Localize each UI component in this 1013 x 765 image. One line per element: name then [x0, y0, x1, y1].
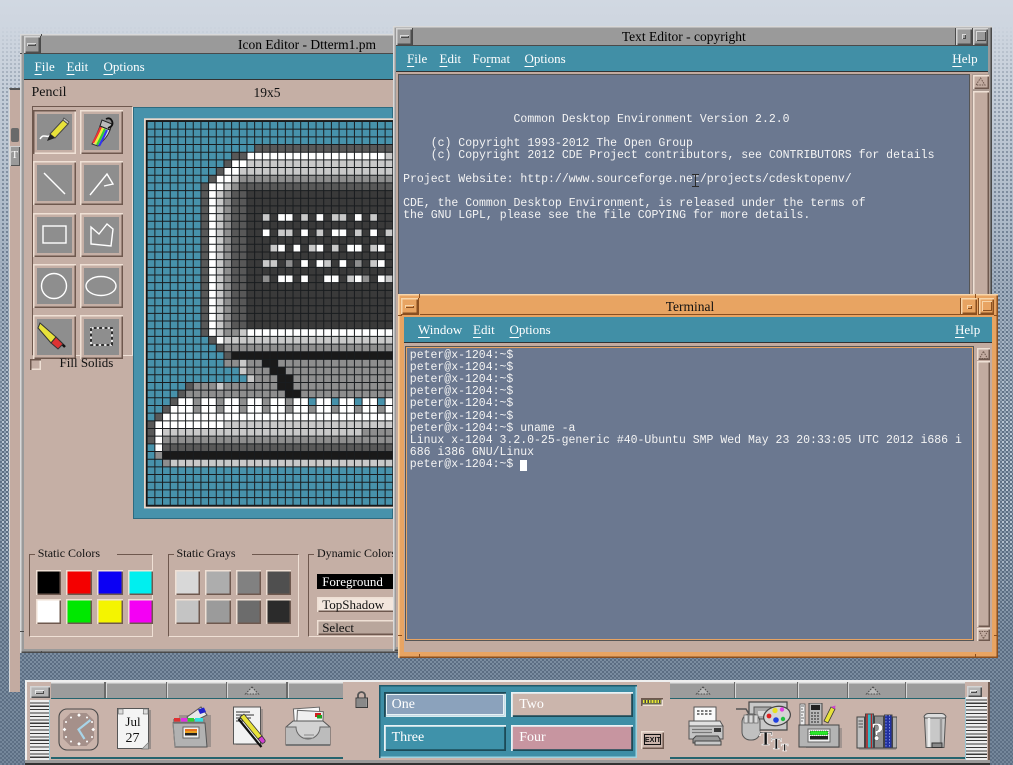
svg-text:Jul: Jul — [125, 714, 141, 729]
svg-text:?: ? — [872, 719, 885, 746]
svg-text:T: T — [781, 742, 789, 752]
svg-text:27: 27 — [125, 731, 139, 746]
